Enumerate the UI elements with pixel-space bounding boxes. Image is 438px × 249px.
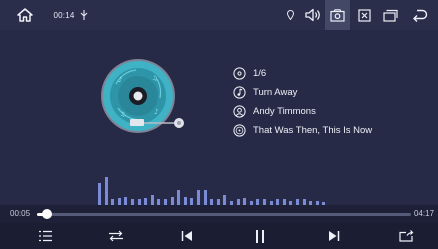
disc-icon	[232, 66, 246, 80]
playlist-button[interactable]	[25, 223, 65, 249]
spectrum-bar	[177, 190, 181, 205]
svg-text:♪: ♪	[118, 76, 122, 84]
svg-text:♪: ♪	[154, 108, 158, 116]
usb-icon	[79, 0, 89, 30]
track-title: Turn Away	[253, 86, 298, 98]
track-artist: Andy Timmons	[253, 105, 316, 117]
spectrum-bar	[98, 183, 101, 205]
spectrum-bar	[104, 177, 108, 205]
playback-controls	[0, 223, 438, 249]
track-index: 1/6	[253, 67, 267, 79]
previous-button[interactable]	[167, 223, 207, 249]
elapsed-time: 00:05	[10, 209, 31, 218]
svg-text:♫: ♫	[120, 111, 125, 118]
svg-text:♫: ♫	[152, 75, 157, 82]
next-icon	[328, 230, 340, 242]
album-icon	[232, 123, 246, 137]
next-button[interactable]	[314, 223, 354, 249]
total-time: 04:17	[414, 209, 435, 218]
share-icon	[398, 230, 414, 242]
seek-track[interactable]	[37, 213, 411, 216]
pause-icon	[254, 229, 266, 244]
screenshot-icon[interactable]	[325, 0, 350, 30]
spectrum-bar	[170, 197, 174, 205]
spectrum-bar	[203, 190, 207, 205]
track-title-row: Turn Away	[232, 84, 297, 100]
music-note-icon	[232, 85, 246, 99]
track-album: That Was Then, This Is Now	[253, 124, 373, 136]
volume-icon[interactable]	[302, 0, 324, 30]
location-icon	[284, 0, 296, 30]
clock-time: 00:14	[53, 10, 75, 20]
spectrum-bar	[223, 195, 227, 205]
artist-icon	[232, 104, 246, 118]
repeat-button[interactable]	[96, 223, 136, 249]
player-main: ♪ ♫ ♪ ♫ 1/6 Turn Away Andy Timmons That …	[0, 30, 438, 205]
track-artist-row: Andy Timmons	[232, 103, 316, 119]
windows-icon[interactable]	[378, 0, 402, 30]
playlist-icon	[38, 230, 53, 242]
spectrum-bar	[117, 198, 121, 205]
spectrum-bar	[150, 195, 154, 205]
spectrum-bar	[197, 190, 200, 205]
spectrum-bar	[243, 198, 247, 205]
previous-icon	[181, 230, 193, 242]
spectrum-bar	[183, 197, 187, 205]
spectrum-bar	[124, 197, 128, 205]
spectrum-bar	[190, 198, 194, 205]
back-icon[interactable]	[408, 0, 432, 30]
home-icon[interactable]	[12, 0, 38, 30]
album-disc-art: ♪ ♫ ♪ ♫	[101, 59, 184, 133]
track-album-row: That Was Then, This Is Now	[232, 122, 372, 138]
close-box-icon[interactable]	[353, 0, 375, 30]
share-button[interactable]	[386, 223, 426, 249]
status-bar: 00:14	[0, 0, 438, 30]
spectrum-bar	[144, 198, 148, 205]
seek-handle[interactable]	[42, 209, 52, 219]
repeat-icon	[108, 230, 124, 242]
progress-bar: 00:05 04:17	[0, 205, 438, 223]
pause-button[interactable]	[240, 223, 280, 249]
track-index-row: 1/6	[232, 65, 266, 81]
